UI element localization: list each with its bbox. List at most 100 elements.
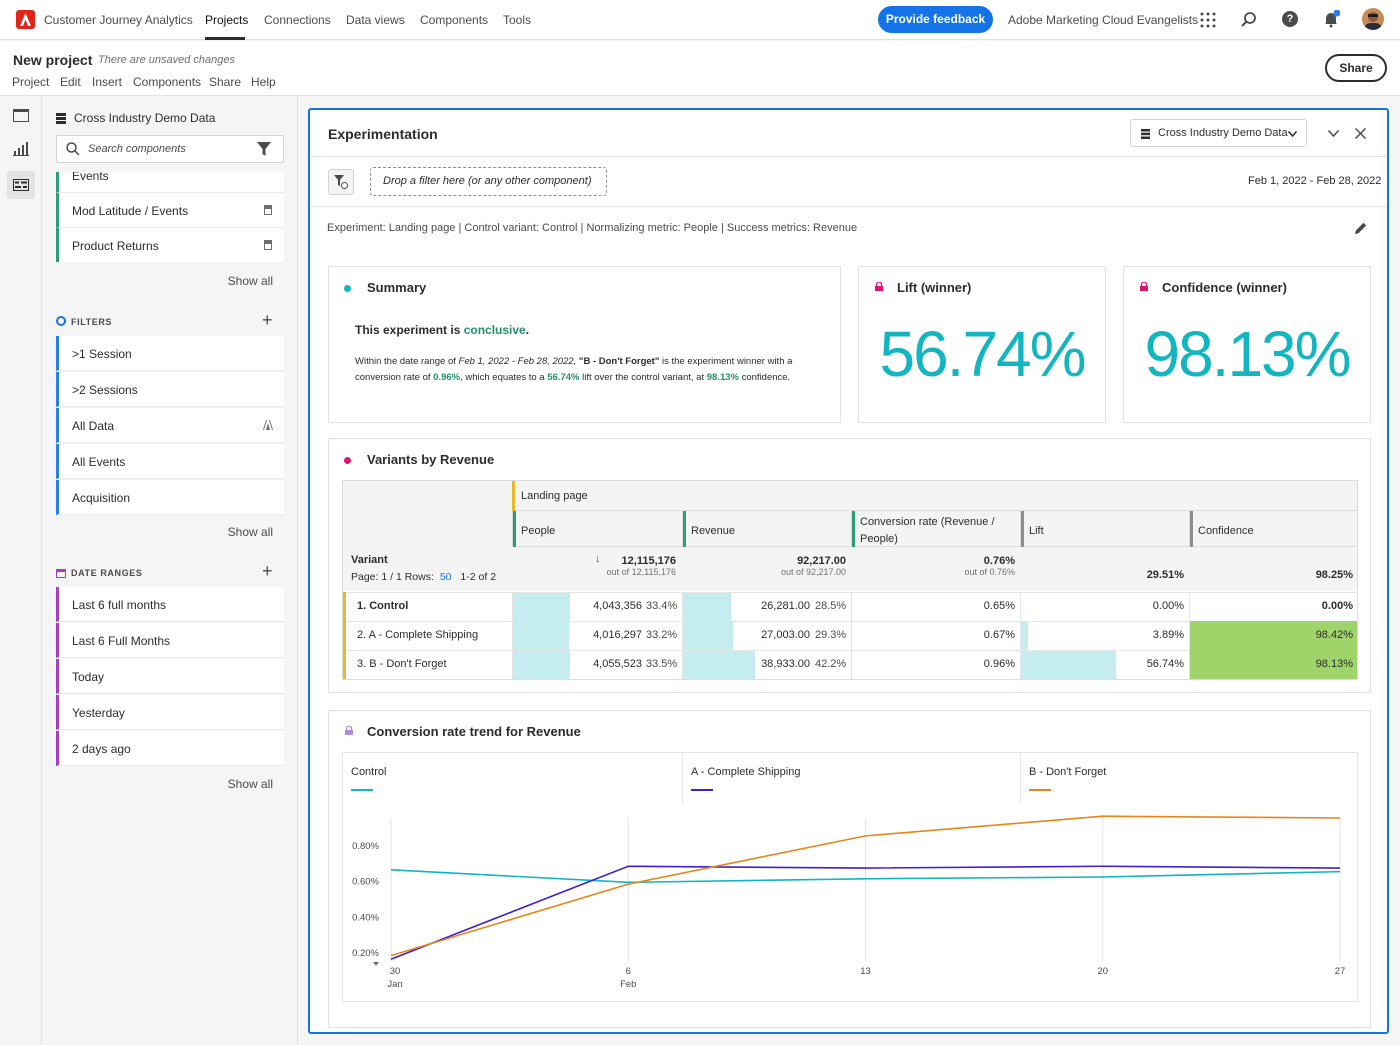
search-icon: [66, 142, 80, 156]
metric-header[interactable]: Lift: [1029, 523, 1182, 540]
collapse-chevron-icon[interactable]: [1328, 130, 1339, 137]
date-range-item[interactable]: Today: [56, 659, 284, 694]
filter-bar-divider: [310, 206, 1387, 207]
confidence-value: 98.13%: [1144, 318, 1351, 390]
trend-title: Conversion rate trend for Revenue: [367, 724, 581, 739]
dimension-header[interactable]: Landing page: [521, 490, 588, 502]
provide-feedback-button[interactable]: Provide feedback: [878, 6, 993, 33]
y-axis-marker: [373, 962, 379, 966]
people-value: 4,016,297: [593, 629, 642, 641]
metric-header[interactable]: Revenue: [691, 523, 844, 540]
lock-icon: [875, 282, 883, 291]
close-icon[interactable]: [1355, 128, 1366, 139]
filter-item[interactable]: Acquisition: [56, 480, 284, 515]
nav-components[interactable]: Components: [420, 13, 488, 27]
dataview-selector[interactable]: Cross Industry Demo Data: [56, 111, 286, 127]
total-people: 12,115,176 out of 12,115,176: [606, 555, 676, 577]
x-tick-label: 6: [626, 966, 631, 977]
summary-title: Summary: [367, 280, 427, 295]
apps-grid-icon[interactable]: [1200, 12, 1216, 28]
legend-item[interactable]: B - Don't Forget: [1020, 753, 1357, 803]
search-icon[interactable]: [1240, 11, 1257, 28]
menu-edit[interactable]: Edit: [60, 75, 81, 89]
nav-data-views[interactable]: Data views: [346, 13, 405, 27]
panels-icon[interactable]: [13, 109, 29, 122]
nav-projects[interactable]: Projects: [205, 13, 248, 27]
date-ranges-show-all-link[interactable]: Show all: [228, 777, 273, 791]
y-tick-label: 0.20%: [352, 948, 379, 959]
filter-item[interactable]: All Events: [56, 444, 284, 479]
rows-per-page-link[interactable]: 50: [440, 571, 452, 583]
metric-header[interactable]: Conversion rate (Revenue / People): [860, 514, 1013, 548]
search-components-field[interactable]: Search components: [56, 135, 284, 163]
user-avatar[interactable]: [1362, 8, 1384, 30]
revenue-value: 26,281.00: [761, 600, 810, 612]
metrics-show-all-link[interactable]: Show all: [228, 274, 273, 288]
project-title[interactable]: New project: [13, 52, 92, 68]
panel-title[interactable]: Experimentation: [328, 126, 438, 142]
date-range-item[interactable]: Last 6 Full Months: [56, 623, 284, 658]
nav-connections[interactable]: Connections: [264, 13, 331, 27]
org-name[interactable]: Adobe Marketing Cloud Evangelists: [1008, 13, 1198, 27]
metric-item[interactable]: Events: [56, 172, 284, 193]
menu-components[interactable]: Components: [133, 75, 201, 89]
people-percent: 33.4%: [646, 600, 678, 612]
metric-header[interactable]: People: [521, 523, 675, 540]
filters-show-all-link[interactable]: Show all: [228, 525, 273, 539]
project-header: New project There are unsaved changes Pr…: [0, 41, 1400, 96]
variant-name[interactable]: 2. A - Complete Shipping: [357, 629, 478, 641]
confidence-value: 0.00%: [1321, 600, 1353, 612]
variants-table-card: Variants by Revenue Landing page People R…: [328, 438, 1371, 693]
filter-item[interactable]: >2 Sessions: [56, 372, 284, 407]
search-components-placeholder: Search components: [88, 143, 186, 155]
total-confidence: 98.25%: [1315, 569, 1353, 581]
legend-item[interactable]: A - Complete Shipping: [682, 753, 1021, 803]
legend-item[interactable]: Control: [343, 753, 682, 803]
date-range-item[interactable]: Yesterday: [56, 695, 284, 730]
chevron-down-icon: [1288, 131, 1297, 137]
legend-label: B - Don't Forget: [1029, 766, 1107, 778]
nav-tools[interactable]: Tools: [503, 13, 531, 27]
filter-funnel-icon[interactable]: [257, 142, 271, 156]
menu-share[interactable]: Share: [209, 75, 241, 89]
filter-item[interactable]: >1 Session: [56, 336, 284, 371]
menu-help[interactable]: Help: [251, 75, 276, 89]
edit-pencil-icon[interactable]: [1354, 221, 1368, 235]
metric-header-cell: Revenue: [682, 511, 851, 547]
panel-dataview-dropdown[interactable]: Cross Industry Demo Data: [1130, 119, 1307, 147]
metric-item[interactable]: Product Returns: [56, 228, 284, 262]
lift-card: Lift (winner) 56.74%: [858, 266, 1106, 423]
components-icon: [13, 179, 29, 191]
experimentation-panel: Experimentation Cross Industry Demo Data…: [308, 108, 1389, 1034]
panel-header-divider: [310, 156, 1387, 157]
filter-item[interactable]: All Data: [56, 408, 284, 443]
filter-button[interactable]: [328, 169, 354, 195]
row-color-bar: [343, 621, 346, 650]
variant-name[interactable]: 1. Control: [357, 600, 408, 612]
components-rail-active[interactable]: [7, 171, 35, 199]
metric-item[interactable]: Mod Latitude / Events: [56, 193, 284, 228]
dimension-header-cell: [512, 481, 1357, 511]
date-range-item[interactable]: Last 6 full months: [56, 587, 284, 622]
filter-drop-zone[interactable]: Drop a filter here (or any other compone…: [370, 167, 607, 196]
menu-project[interactable]: Project: [12, 75, 49, 89]
experiment-description: Experiment: Landing page | Control varia…: [327, 222, 858, 234]
add-date-range-icon[interactable]: +: [262, 562, 273, 580]
panel-date-range[interactable]: Feb 1, 2022 - Feb 28, 2022: [1248, 175, 1381, 187]
conversion-rate-value: 0.65%: [983, 600, 1015, 612]
add-filter-icon[interactable]: +: [262, 311, 273, 329]
date-range-item[interactable]: 2 days ago: [56, 731, 284, 766]
app-title[interactable]: Customer Journey Analytics: [44, 13, 193, 27]
notifications-bell-icon[interactable]: [1322, 9, 1341, 28]
database-icon: [56, 113, 66, 124]
help-icon[interactable]: ?: [1282, 11, 1298, 27]
summary-dot-icon: [344, 285, 351, 292]
calculator-icon: [264, 205, 272, 215]
metric-header[interactable]: Confidence: [1198, 523, 1350, 540]
menu-insert[interactable]: Insert: [92, 75, 122, 89]
share-button[interactable]: Share: [1325, 54, 1387, 82]
conversion-rate-value: 0.96%: [983, 658, 1015, 670]
adobe-logo-icon[interactable]: [16, 10, 35, 29]
visualizations-icon[interactable]: [13, 142, 29, 156]
variant-name[interactable]: 3. B - Don't Forget: [357, 658, 447, 670]
